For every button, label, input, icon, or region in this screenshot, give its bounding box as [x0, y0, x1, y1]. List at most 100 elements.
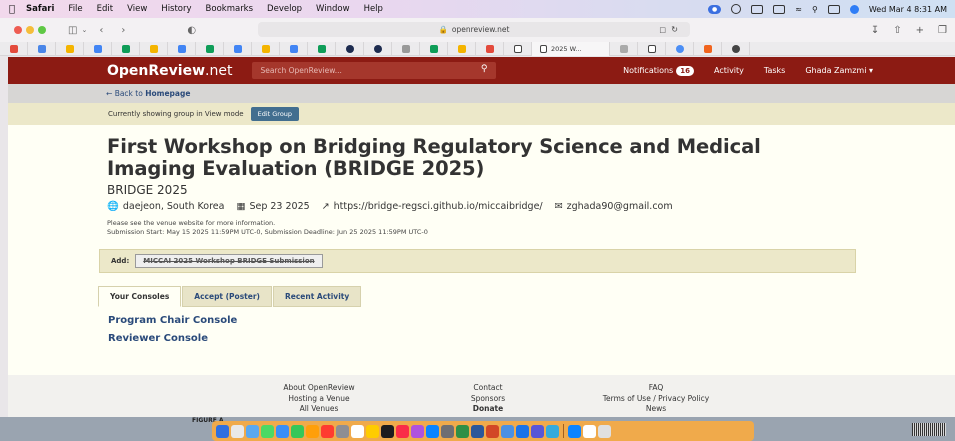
pinned-tab-gmail[interactable] [0, 41, 28, 56]
finder-icon[interactable] [216, 424, 229, 438]
submission-invitation-button[interactable]: MICCAI 2025 Workshop BRIDGE Submission [135, 254, 323, 268]
app-store-icon[interactable] [426, 424, 439, 438]
sidebar-icon[interactable]: ◫ [68, 25, 77, 36]
display-status-icon[interactable] [751, 4, 764, 14]
menu-clock[interactable]: Wed Mar 4 8:31 AM [869, 5, 947, 14]
menu-app-safari[interactable]: Safari [26, 4, 54, 14]
reload-icon[interactable]: ↻ [671, 25, 678, 34]
forward-arrow-icon[interactable]: › [121, 25, 125, 36]
search-input[interactable]: Search OpenReview... ⚲ [252, 62, 497, 79]
menu-edit[interactable]: Edit [97, 4, 113, 14]
battery-icon[interactable] [773, 4, 786, 14]
tab-your-consoles[interactable]: Your Consoles [98, 286, 182, 307]
photos-icon[interactable] [306, 424, 319, 438]
edit-group-button[interactable]: Edit Group [250, 107, 300, 121]
pinned-tab-sparkle[interactable] [666, 41, 694, 56]
messages-icon[interactable] [261, 424, 274, 438]
zoom-app-icon[interactable] [501, 424, 514, 438]
back-arrow-icon[interactable]: ‹ [99, 25, 103, 36]
user-menu[interactable]: Ghada Zamzmi ▾ [805, 66, 873, 75]
minimize-window-button[interactable] [26, 26, 34, 34]
notes-icon[interactable] [366, 424, 379, 438]
pinned-tab-doc-blank-2[interactable] [638, 41, 666, 56]
facetime-icon[interactable] [291, 424, 304, 438]
chrome-icon[interactable] [516, 424, 529, 438]
pinned-tab-grey[interactable] [392, 41, 420, 56]
document-stack-icon[interactable] [583, 424, 596, 438]
privacy-shield-icon[interactable]: ◐ [187, 25, 196, 36]
menu-history[interactable]: History [161, 4, 191, 14]
footer-sponsors-link[interactable]: Sponsors [438, 394, 538, 405]
music-icon[interactable] [396, 424, 409, 438]
close-window-button[interactable] [14, 26, 22, 34]
safari-icon[interactable] [246, 424, 259, 438]
teams-icon[interactable] [531, 424, 544, 438]
venue-website[interactable]: ↗ https://bridge-regsci.github.io/miccai… [322, 201, 543, 212]
venue-email[interactable]: ✉ zghada90@gmail.com [555, 201, 673, 212]
pinned-tab-drive-4[interactable] [252, 41, 280, 56]
openreview-logo[interactable]: OpenReview.net [107, 63, 232, 79]
pinned-tab-chatgpt[interactable] [722, 41, 750, 56]
pinned-tab-grey-2[interactable] [610, 41, 638, 56]
siri-icon[interactable] [849, 4, 859, 14]
program-chair-console-link[interactable]: Program Chair Console [108, 315, 237, 326]
footer-all-venues-link[interactable]: All Venues [254, 404, 384, 415]
pinned-tab-docs-2[interactable] [168, 41, 196, 56]
address-bar[interactable]: 🔒 openreview.net □ ↻ [258, 22, 690, 37]
contacts-icon[interactable] [336, 424, 349, 438]
preview-icon[interactable] [546, 424, 559, 438]
tab-accept-poster[interactable]: Accept (Poster) [182, 286, 272, 307]
tasks-link[interactable]: Tasks [764, 66, 785, 75]
share-icon[interactable]: ⇧ [893, 25, 901, 36]
control-center-icon[interactable] [827, 4, 840, 14]
footer-terms-link[interactable]: Terms of Use / Privacy Policy [586, 394, 726, 405]
tv-icon[interactable] [381, 424, 394, 438]
menu-help[interactable]: Help [364, 4, 383, 14]
footer-news-link[interactable]: News [586, 404, 726, 415]
trash-icon[interactable] [598, 424, 611, 438]
powerpoint-icon[interactable] [486, 424, 499, 438]
translate-icon[interactable]: □ [659, 26, 666, 34]
zoom-status-icon[interactable]: ● [708, 4, 722, 14]
back-link[interactable]: ← Back to Homepage [106, 89, 190, 98]
pinned-tab-openreview-2[interactable] [364, 41, 392, 56]
menu-file[interactable]: File [68, 4, 82, 14]
wifi-icon[interactable]: ≈ [795, 5, 802, 14]
apple-icon[interactable]:  [9, 4, 15, 15]
menu-window[interactable]: Window [316, 4, 350, 14]
pinned-tab-sheets-3[interactable] [420, 41, 448, 56]
pinned-tab-drive-5[interactable] [308, 41, 336, 56]
pinned-tab-openreview-1[interactable] [336, 41, 364, 56]
word-icon[interactable] [471, 424, 484, 438]
tab-overview-icon[interactable]: ❐ [938, 25, 947, 36]
venue-email-link[interactable]: zghada90@gmail.com [567, 201, 673, 212]
menu-view[interactable]: View [127, 4, 147, 14]
chevron-down-icon[interactable]: ⌄ [81, 26, 87, 34]
notifications-link[interactable]: Notifications 16 [623, 66, 694, 76]
pinned-tab-gmail-2[interactable] [476, 41, 504, 56]
podcasts-icon[interactable] [411, 424, 424, 438]
pinned-tab-drive-6[interactable] [448, 41, 476, 56]
search-icon[interactable]: ⚲ [481, 64, 488, 74]
calendar-app-icon[interactable] [321, 424, 334, 438]
pinned-tab-docs-4[interactable] [280, 41, 308, 56]
reviewer-console-link[interactable]: Reviewer Console [108, 333, 208, 344]
pinned-tab-doc-blank[interactable] [504, 41, 532, 56]
mail-icon[interactable] [276, 424, 289, 438]
pinned-tab-docs-1[interactable] [84, 41, 112, 56]
footer-contact-link[interactable]: Contact [438, 383, 538, 394]
new-tab-icon[interactable]: + [916, 25, 924, 36]
reminders-icon[interactable] [351, 424, 364, 438]
spotlight-search-icon[interactable]: ⚲ [812, 5, 818, 14]
menu-bookmarks[interactable]: Bookmarks [206, 4, 254, 14]
excel-icon[interactable] [456, 424, 469, 438]
downloads-icon[interactable]: ↧ [871, 25, 879, 36]
play-status-icon[interactable] [731, 4, 742, 14]
pinned-tab-etsy[interactable] [694, 41, 722, 56]
menu-develop[interactable]: Develop [267, 4, 302, 14]
downloads-folder-icon[interactable] [568, 424, 581, 438]
pinned-tab-sheets[interactable] [28, 41, 56, 56]
system-settings-icon[interactable] [441, 424, 454, 438]
launchpad-icon[interactable] [231, 424, 244, 438]
activity-link[interactable]: Activity [714, 66, 744, 75]
